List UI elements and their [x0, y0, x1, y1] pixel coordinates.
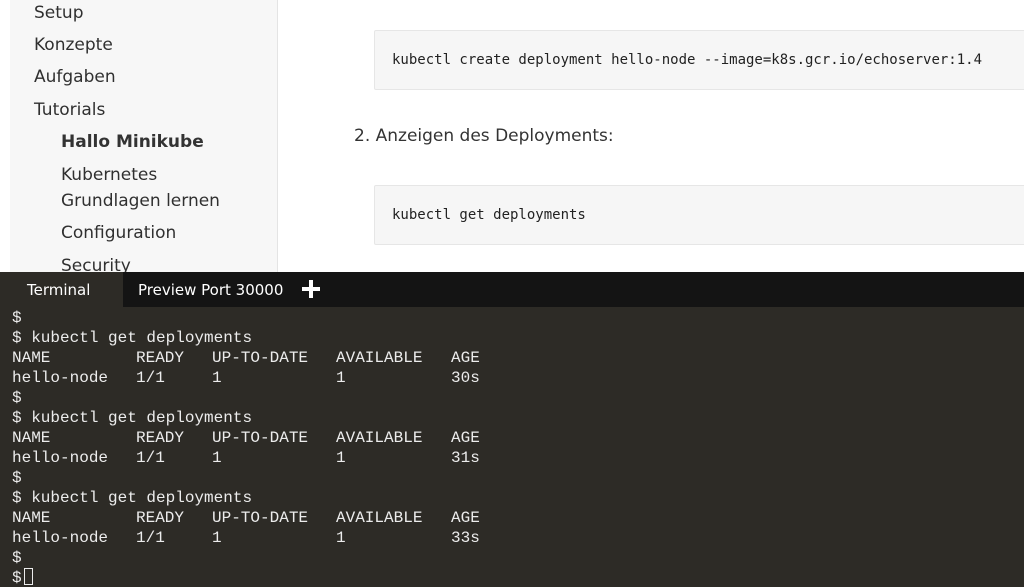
cell-ready: 1/1: [136, 529, 165, 547]
terminal-data-row: hello-node 1/1 1 1 33s: [12, 528, 480, 548]
terminal-panel: Terminal Preview Port 30000 $ $ kubectl …: [0, 272, 1024, 587]
terminal-input-line[interactable]: $: [12, 568, 33, 587]
cell-available: 1: [336, 529, 346, 547]
cell-up-to-date: 1: [212, 529, 222, 547]
terminal-tab-bar: Terminal Preview Port 30000: [0, 272, 1024, 307]
sidebar-item-kubernetes-line2[interactable]: Grundlagen lernen: [61, 188, 220, 214]
terminal-prompt-line: $: [12, 469, 22, 487]
header-ready: READY: [136, 429, 185, 447]
cell-up-to-date: 1: [212, 449, 222, 467]
cell-up-to-date: 1: [212, 369, 222, 387]
terminal-prompt-line: $: [12, 549, 22, 567]
code-get-deployments: kubectl get deployments: [392, 207, 586, 223]
header-ready: READY: [136, 509, 185, 527]
terminal-output[interactable]: $ $ kubectl get deployments NAME READY U…: [12, 308, 1012, 587]
docs-sidebar: Setup Konzepte Aufgaben Tutorials Hallo …: [10, 0, 278, 272]
cell-name: hello-node: [12, 369, 109, 387]
terminal-data-row: hello-node 1/1 1 1 30s: [12, 368, 480, 388]
terminal-data-row: hello-node 1/1 1 1 31s: [12, 448, 480, 468]
terminal-header-row: NAME READY UP-TO-DATE AVAILABLE AGE: [12, 348, 480, 368]
header-available: AVAILABLE: [336, 509, 423, 527]
sidebar-item-hallo-minikube[interactable]: Hallo Minikube: [61, 129, 204, 155]
cell-name: hello-node: [12, 529, 109, 547]
cell-available: 1: [336, 369, 346, 387]
sidebar-item-security[interactable]: Security: [61, 253, 131, 272]
header-up-to-date: UP-TO-DATE: [212, 429, 309, 447]
cell-available: 1: [336, 449, 346, 467]
terminal-header-row: NAME READY UP-TO-DATE AVAILABLE AGE: [12, 428, 480, 448]
step-heading: 2. Anzeigen des Deployments:: [354, 126, 614, 146]
sidebar-item-setup[interactable]: Setup: [34, 0, 83, 26]
terminal-cursor: [23, 568, 33, 585]
cell-ready: 1/1: [136, 449, 165, 467]
sidebar-item-tutorials[interactable]: Tutorials: [34, 97, 105, 123]
code-block-get-deployments: kubectl get deployments: [374, 185, 1024, 245]
terminal-command-line: $ kubectl get deployments: [12, 329, 253, 347]
docs-content: kubectl create deployment hello-node --i…: [278, 0, 1024, 272]
cell-ready: 1/1: [136, 369, 165, 387]
header-ready: READY: [136, 349, 185, 367]
header-name: NAME: [12, 429, 51, 447]
terminal-prompt-line: $: [12, 309, 22, 327]
terminal-prompt-line: $: [12, 389, 22, 407]
header-available: AVAILABLE: [336, 429, 423, 447]
tab-preview-port[interactable]: Preview Port 30000: [138, 272, 283, 307]
terminal-command-line: $ kubectl get deployments: [12, 409, 253, 427]
cell-age: 33s: [451, 529, 480, 547]
header-age: AGE: [451, 509, 480, 527]
terminal-current-prompt: $: [12, 569, 22, 587]
cell-name: hello-node: [12, 449, 109, 467]
sidebar-item-aufgaben[interactable]: Aufgaben: [34, 64, 116, 90]
code-block-create-deployment: kubectl create deployment hello-node --i…: [374, 30, 1024, 90]
cell-age: 31s: [451, 449, 480, 467]
header-age: AGE: [451, 349, 480, 367]
sidebar-item-konzepte[interactable]: Konzepte: [34, 32, 113, 58]
terminal-command-line: $ kubectl get deployments: [12, 489, 253, 507]
header-available: AVAILABLE: [336, 349, 423, 367]
add-tab-plus-icon[interactable]: [300, 278, 322, 300]
code-create-deployment: kubectl create deployment hello-node --i…: [392, 52, 983, 68]
header-name: NAME: [12, 509, 51, 527]
header-age: AGE: [451, 429, 480, 447]
cell-age: 30s: [451, 369, 480, 387]
sidebar-item-kubernetes-line1[interactable]: Kubernetes: [61, 162, 157, 188]
header-up-to-date: UP-TO-DATE: [212, 349, 309, 367]
header-up-to-date: UP-TO-DATE: [212, 509, 309, 527]
tab-terminal[interactable]: Terminal: [0, 272, 123, 307]
header-name: NAME: [12, 349, 51, 367]
docs-area: Setup Konzepte Aufgaben Tutorials Hallo …: [0, 0, 1024, 272]
sidebar-item-configuration[interactable]: Configuration: [61, 220, 176, 246]
terminal-header-row: NAME READY UP-TO-DATE AVAILABLE AGE: [12, 508, 480, 528]
